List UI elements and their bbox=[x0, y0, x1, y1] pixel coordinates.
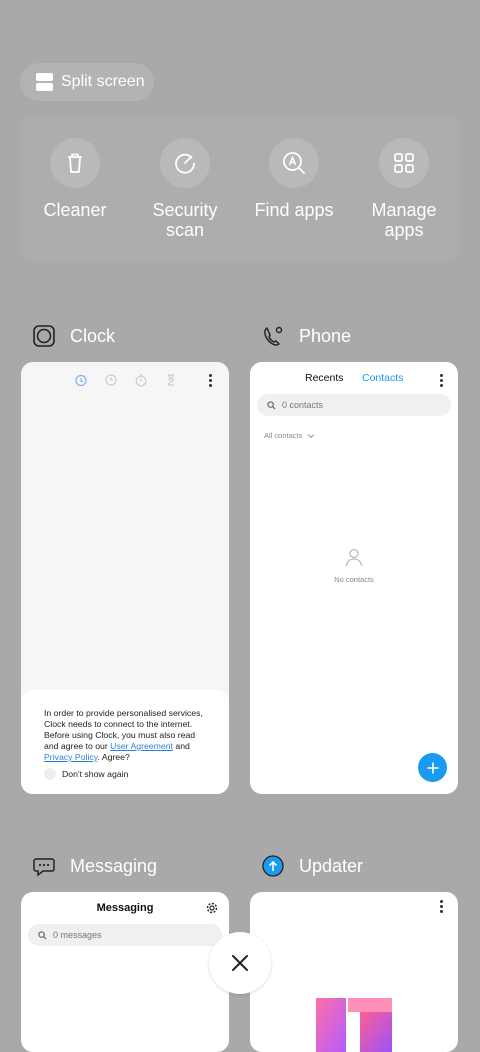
clock-app-header: Clock bbox=[32, 324, 115, 348]
tab-contacts[interactable]: Contacts bbox=[362, 372, 403, 384]
clock-app-icon bbox=[32, 324, 56, 348]
phone-app-name: Phone bbox=[299, 325, 352, 346]
updater-app-name: Updater bbox=[299, 855, 364, 876]
clock-app-card[interactable]: In order to provide personalised service… bbox=[21, 362, 229, 794]
cleaner-label: Cleaner bbox=[43, 200, 107, 220]
quick-tools-panel: Cleaner Security scan Find apps Manage a… bbox=[20, 116, 460, 262]
alarm-icon bbox=[75, 374, 87, 387]
empty-contacts-person-icon bbox=[345, 548, 363, 567]
security-scan-label-1: Security bbox=[152, 200, 218, 220]
messaging-app-header: Messaging bbox=[32, 854, 157, 878]
miui-logo-graphic bbox=[316, 998, 392, 1052]
chevron-down-icon bbox=[308, 433, 315, 438]
security-scan-icon bbox=[160, 138, 210, 188]
contacts-filter-label: All contacts bbox=[264, 431, 303, 440]
close-icon bbox=[232, 955, 248, 971]
security-scan-label-2: scan bbox=[165, 220, 205, 240]
search-icon bbox=[267, 400, 276, 410]
split-screen-icon bbox=[36, 73, 53, 91]
user-agreement-link[interactable]: User Agreement bbox=[110, 741, 173, 751]
security-scan-button[interactable]: Security scan bbox=[135, 138, 235, 240]
clock-more-icon bbox=[209, 374, 213, 389]
consent-text-and: and bbox=[172, 741, 190, 751]
phone-app-card[interactable]: Recents Contacts 0 contacts All contacts… bbox=[250, 362, 458, 794]
messaging-app-icon bbox=[32, 854, 56, 878]
privacy-policy-link[interactable]: Privacy Policy bbox=[44, 752, 97, 762]
manage-apps-label-2: apps bbox=[384, 220, 424, 240]
tab-recents[interactable]: Recents bbox=[305, 372, 344, 384]
updater-app-icon bbox=[261, 854, 285, 878]
phone-app-icon bbox=[261, 324, 285, 348]
trash-icon bbox=[50, 138, 100, 188]
search-icon bbox=[38, 930, 47, 940]
clock-tabs bbox=[21, 372, 229, 392]
grid-icon bbox=[379, 138, 429, 188]
dont-show-again-label: Don't show again bbox=[62, 769, 129, 779]
messaging-app-name: Messaging bbox=[70, 855, 158, 876]
consent-text: In order to provide personalised service… bbox=[44, 708, 209, 763]
updater-app-card[interactable] bbox=[250, 892, 458, 1052]
messages-search-input[interactable]: 0 messages bbox=[28, 924, 222, 946]
dont-show-again-checkbox[interactable]: Don't show again bbox=[44, 768, 128, 780]
timer-icon bbox=[167, 374, 175, 386]
plus-icon bbox=[426, 761, 439, 774]
find-apps-icon bbox=[269, 138, 319, 188]
messaging-title: Messaging bbox=[96, 902, 154, 914]
no-contacts-text: No contacts bbox=[334, 575, 374, 584]
find-apps-button[interactable]: Find apps bbox=[244, 138, 344, 220]
cleaner-button[interactable]: Cleaner bbox=[25, 138, 125, 220]
manage-apps-button[interactable]: Manage apps bbox=[354, 138, 454, 240]
manage-apps-label-1: Manage bbox=[371, 200, 437, 220]
phone-more-icon[interactable] bbox=[440, 374, 444, 389]
updater-app-header: Updater bbox=[261, 854, 363, 878]
messaging-app-card[interactable]: Messaging 0 messages bbox=[21, 892, 229, 1052]
contacts-filter-dropdown[interactable]: All contacts bbox=[264, 431, 315, 440]
contacts-search-placeholder: 0 contacts bbox=[282, 400, 324, 410]
updater-more-icon[interactable] bbox=[440, 900, 444, 915]
gear-icon[interactable] bbox=[206, 902, 218, 914]
split-screen-label: Split screen bbox=[61, 73, 145, 90]
clock-consent-dialog: In order to provide personalised service… bbox=[21, 690, 229, 794]
find-apps-label: Find apps bbox=[254, 200, 334, 220]
world-clock-icon bbox=[105, 374, 117, 386]
split-screen-button[interactable]: Split screen bbox=[20, 63, 154, 101]
phone-app-header: Phone bbox=[261, 324, 351, 348]
add-contact-button[interactable] bbox=[418, 753, 447, 782]
contacts-search-input[interactable]: 0 contacts bbox=[257, 394, 451, 416]
close-all-button[interactable] bbox=[209, 932, 271, 994]
checkbox-circle bbox=[44, 768, 56, 780]
messages-search-placeholder: 0 messages bbox=[53, 930, 102, 940]
clock-app-name: Clock bbox=[70, 325, 116, 346]
consent-text-end: . Agree? bbox=[97, 752, 130, 762]
stopwatch-icon bbox=[135, 374, 147, 387]
